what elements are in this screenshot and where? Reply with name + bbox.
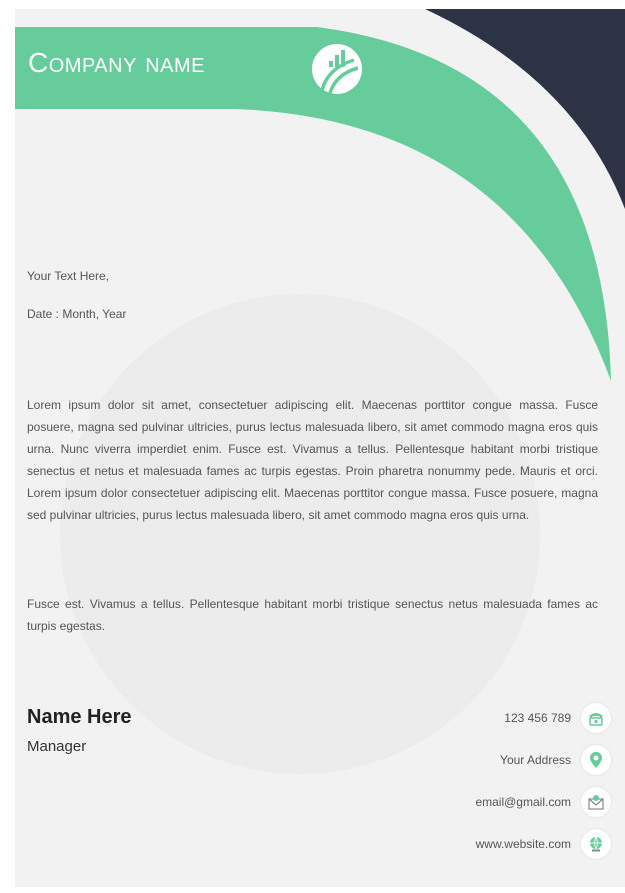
location-pin-icon: [581, 745, 611, 775]
address-text: Your Address: [500, 753, 571, 767]
contact-phone: 123 456 789: [504, 703, 611, 733]
website-text: www.website.com: [475, 837, 571, 851]
contact-address: Your Address: [500, 745, 611, 775]
contact-website: www.website.com: [476, 829, 611, 859]
signature-name: Name Here: [27, 706, 132, 728]
email-text: email@gmail.com: [475, 795, 571, 809]
phone-text: 123 456 789: [504, 711, 571, 725]
date-text: Date : Month, Year: [27, 307, 127, 321]
company-name: Company name: [28, 47, 205, 78]
signature-title: Manager: [27, 738, 87, 755]
phone-icon: [581, 703, 611, 733]
body-paragraph-1: Lorem ipsum dolor sit amet, consectetuer…: [27, 398, 598, 522]
email-icon: [581, 787, 611, 817]
body-paragraph-2: Fusce est. Vivamus a tellus. Pellentesqu…: [27, 597, 598, 633]
globe-icon: [581, 829, 611, 859]
contact-email: email@gmail.com: [475, 787, 611, 817]
greeting-text: Your Text Here,: [27, 269, 110, 283]
logo-icon: [310, 42, 364, 101]
letterhead-page: Company name Your Text Here, Date : Mont…: [15, 9, 625, 887]
